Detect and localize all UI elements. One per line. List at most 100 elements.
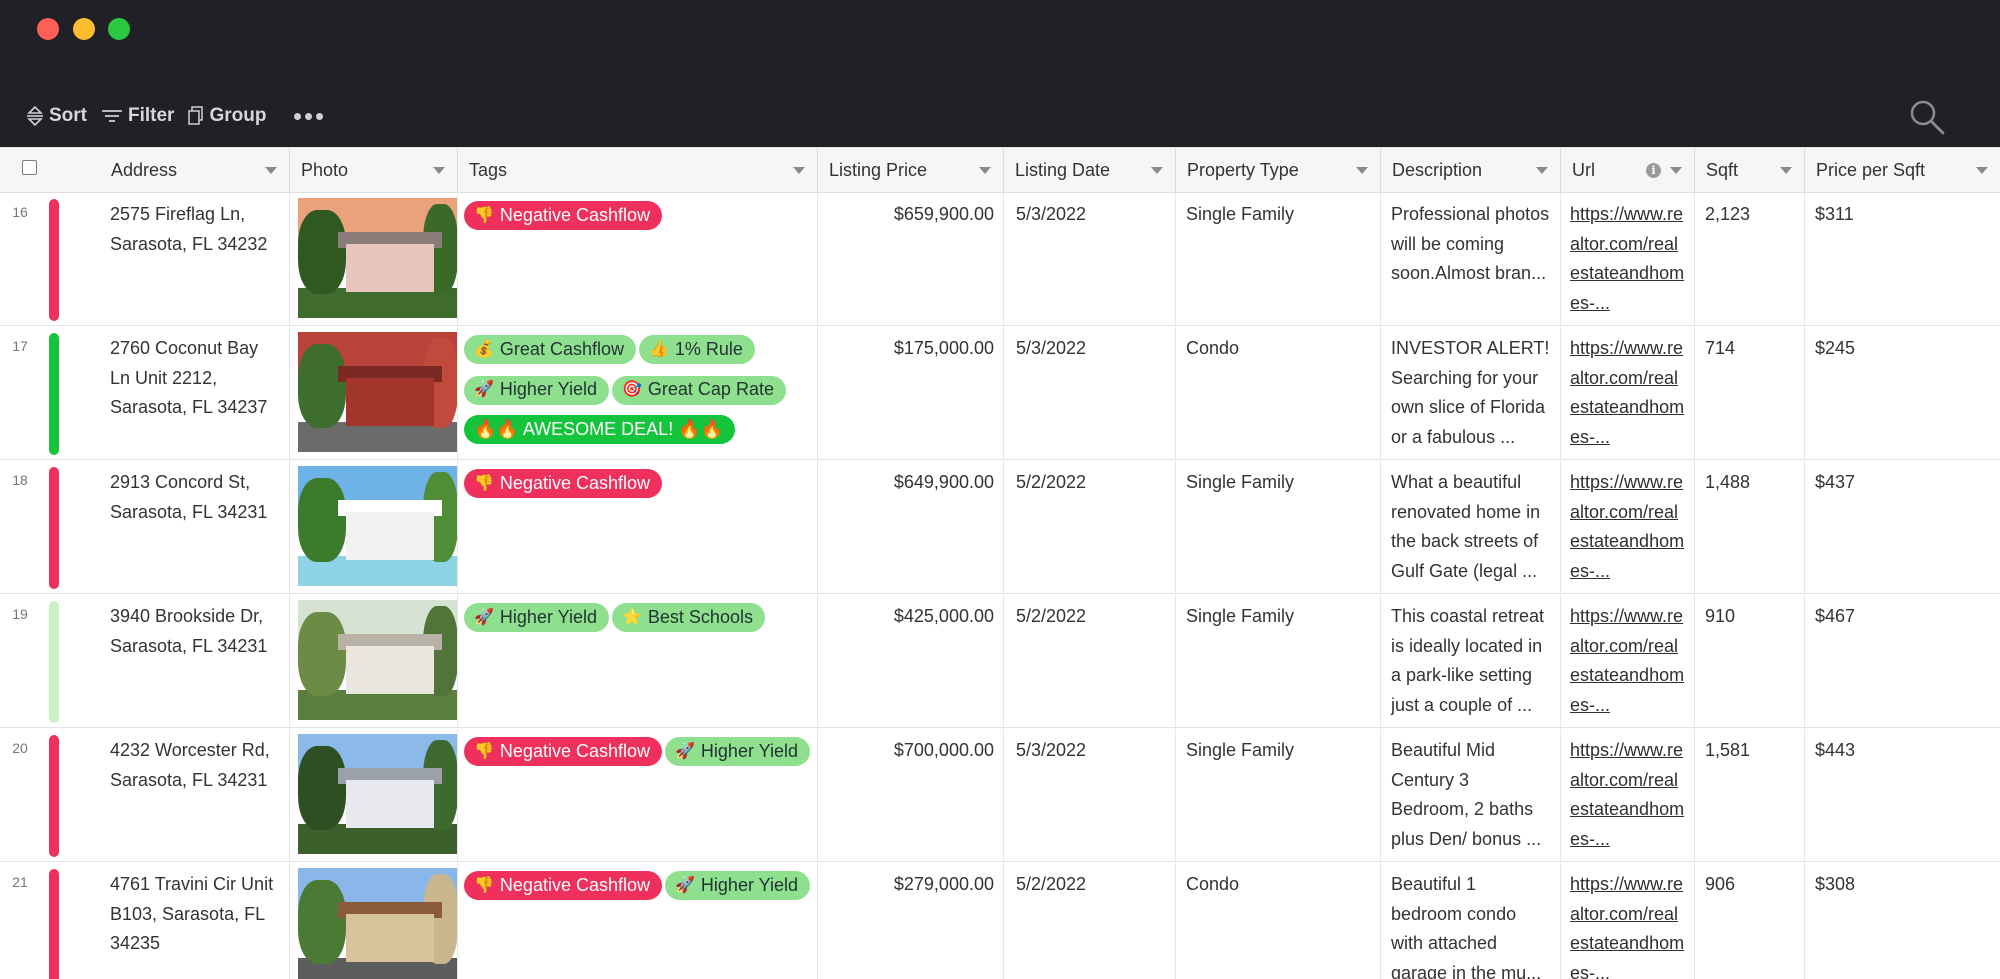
- property-photo[interactable]: [298, 466, 457, 586]
- property-photo[interactable]: [298, 198, 457, 318]
- price-per-sqft-cell[interactable]: $443: [1805, 729, 2000, 862]
- column-header-address[interactable]: Address: [100, 148, 290, 193]
- filter-button[interactable]: Filter: [101, 105, 174, 127]
- listing-date-cell[interactable]: 5/2/2022: [1004, 595, 1176, 728]
- url-cell[interactable]: https://www.realtor.com/realestateandhom…: [1561, 327, 1695, 460]
- address-cell[interactable]: 2913 Concord St, Sarasota, FL 34231: [100, 461, 290, 594]
- address-cell[interactable]: 4232 Worcester Rd, Sarasota, FL 34231: [100, 729, 290, 862]
- table-row[interactable]: 20 4232 Worcester Rd, Sarasota, FL 34231 👎…: [0, 729, 2000, 862]
- listing-url-link[interactable]: https://www.realtor.com/realestateandhom…: [1570, 204, 1684, 313]
- property-type-cell[interactable]: Condo: [1176, 863, 1381, 979]
- tag-chip[interactable]: 🎯 Great Cap Rate: [611, 375, 786, 405]
- description-cell[interactable]: Professional photos will be coming soon.…: [1381, 193, 1561, 326]
- column-header-description[interactable]: Description: [1381, 148, 1561, 193]
- table-row[interactable]: 17 2760 Coconut Bay Ln Unit 2212, Sarasot…: [0, 327, 2000, 460]
- property-type-cell[interactable]: Single Family: [1176, 461, 1381, 594]
- tags-cell[interactable]: 🚀 Higher Yield ⭐ Best Schools: [458, 595, 818, 728]
- listing-price-cell[interactable]: $659,900.00: [818, 193, 1004, 326]
- description-cell[interactable]: Beautiful Mid Century 3 Bedroom, 2 baths…: [1381, 729, 1561, 862]
- sqft-cell[interactable]: 910: [1695, 595, 1805, 728]
- photo-cell[interactable]: [290, 595, 458, 728]
- sqft-cell[interactable]: 906: [1695, 863, 1805, 979]
- property-photo[interactable]: [298, 600, 457, 720]
- price-per-sqft-cell[interactable]: $311: [1805, 193, 2000, 326]
- column-menu-caret-icon[interactable]: [433, 167, 445, 174]
- description-cell[interactable]: Beautiful 1 bedroom condo with attached …: [1381, 863, 1561, 979]
- price-per-sqft-cell[interactable]: $308: [1805, 863, 2000, 979]
- url-cell[interactable]: https://www.realtor.com/realestateandhom…: [1561, 595, 1695, 728]
- minimize-window-button[interactable]: [73, 18, 95, 40]
- listing-price-cell[interactable]: $649,900.00: [818, 461, 1004, 594]
- property-photo[interactable]: [298, 734, 457, 854]
- listing-date-cell[interactable]: 5/2/2022: [1004, 863, 1176, 979]
- column-header-listing-date[interactable]: Listing Date: [1004, 148, 1176, 193]
- maximize-window-button[interactable]: [108, 18, 130, 40]
- more-options-button[interactable]: [294, 112, 324, 120]
- url-cell[interactable]: https://www.realtor.com/realestateandhom…: [1561, 729, 1695, 862]
- select-all-checkbox[interactable]: [22, 160, 37, 175]
- table-row[interactable]: 16 2575 Fireflag Ln, Sarasota, FL 34232 👎 N…: [0, 193, 2000, 326]
- price-per-sqft-cell[interactable]: $467: [1805, 595, 2000, 728]
- column-menu-caret-icon[interactable]: [1670, 167, 1682, 174]
- description-cell[interactable]: This coastal retreat is ideally located …: [1381, 595, 1561, 728]
- address-cell[interactable]: 2760 Coconut Bay Ln Unit 2212, Sarasota,…: [100, 327, 290, 460]
- tags-cell[interactable]: 👎 Negative Cashflow: [458, 193, 818, 326]
- listing-price-cell[interactable]: $700,000.00: [818, 729, 1004, 862]
- tags-cell[interactable]: 👎 Negative Cashflow: [458, 461, 818, 594]
- tag-chip[interactable]: 🚀 Higher Yield: [464, 375, 609, 405]
- property-photo[interactable]: [298, 332, 457, 452]
- column-header-tags[interactable]: Tags: [458, 148, 818, 193]
- sqft-cell[interactable]: 1,581: [1695, 729, 1805, 862]
- close-window-button[interactable]: [37, 18, 59, 40]
- tag-chip[interactable]: 💰 Great Cashflow: [464, 335, 636, 365]
- group-button[interactable]: Group: [188, 105, 266, 127]
- photo-cell[interactable]: [290, 461, 458, 594]
- table-row[interactable]: 19 3940 Brookside Dr, Sarasota, FL 34231 🚀…: [0, 595, 2000, 728]
- price-per-sqft-cell[interactable]: $245: [1805, 327, 2000, 460]
- photo-cell[interactable]: [290, 863, 458, 979]
- tag-chip[interactable]: 👍 1% Rule: [638, 335, 755, 365]
- column-header-price-per-sqft[interactable]: Price per Sqft: [1805, 148, 2000, 193]
- property-type-cell[interactable]: Single Family: [1176, 729, 1381, 862]
- listing-date-cell[interactable]: 5/3/2022: [1004, 729, 1176, 862]
- column-menu-caret-icon[interactable]: [1536, 167, 1548, 174]
- column-header-listing-price[interactable]: Listing Price: [818, 148, 1004, 193]
- photo-cell[interactable]: [290, 327, 458, 460]
- tags-cell[interactable]: 👎 Negative Cashflow 🚀 Higher Yield: [458, 729, 818, 862]
- tag-chip[interactable]: 🚀 Higher Yield: [665, 871, 810, 901]
- listing-url-link[interactable]: https://www.realtor.com/realestateandhom…: [1570, 874, 1684, 979]
- address-cell[interactable]: 2575 Fireflag Ln, Sarasota, FL 34232: [100, 193, 290, 326]
- listing-price-cell[interactable]: $425,000.00: [818, 595, 1004, 728]
- column-menu-caret-icon[interactable]: [793, 167, 805, 174]
- property-photo[interactable]: [298, 868, 457, 979]
- column-menu-caret-icon[interactable]: [1780, 167, 1792, 174]
- column-menu-caret-icon[interactable]: [265, 167, 277, 174]
- listing-date-cell[interactable]: 5/3/2022: [1004, 327, 1176, 460]
- listing-url-link[interactable]: https://www.realtor.com/realestateandhom…: [1570, 606, 1684, 715]
- listing-url-link[interactable]: https://www.realtor.com/realestateandhom…: [1570, 740, 1684, 849]
- listing-date-cell[interactable]: 5/2/2022: [1004, 461, 1176, 594]
- sqft-cell[interactable]: 714: [1695, 327, 1805, 460]
- tag-chip[interactable]: 👎 Negative Cashflow: [464, 871, 662, 901]
- tag-chip[interactable]: 🚀 Higher Yield: [665, 737, 810, 767]
- search-button[interactable]: [1908, 98, 1946, 141]
- price-per-sqft-cell[interactable]: $437: [1805, 461, 2000, 594]
- tag-chip[interactable]: 🚀 Higher Yield: [464, 603, 609, 633]
- table-row[interactable]: 21 4761 Travini Cir Unit B103, Sarasota, …: [0, 863, 2000, 979]
- listing-url-link[interactable]: https://www.realtor.com/realestateandhom…: [1570, 472, 1684, 581]
- description-cell[interactable]: INVESTOR ALERT! Searching for your own s…: [1381, 327, 1561, 460]
- column-menu-caret-icon[interactable]: [1976, 167, 1988, 174]
- sqft-cell[interactable]: 2,123: [1695, 193, 1805, 326]
- listing-date-cell[interactable]: 5/3/2022: [1004, 193, 1176, 326]
- info-icon[interactable]: i: [1646, 163, 1661, 178]
- photo-cell[interactable]: [290, 729, 458, 862]
- column-header-photo[interactable]: Photo: [290, 148, 458, 193]
- listing-url-link[interactable]: https://www.realtor.com/realestateandhom…: [1570, 338, 1684, 447]
- table-row[interactable]: 18 2913 Concord St, Sarasota, FL 34231 👎 Ne…: [0, 461, 2000, 594]
- sqft-cell[interactable]: 1,488: [1695, 461, 1805, 594]
- listing-price-cell[interactable]: $279,000.00: [818, 863, 1004, 979]
- url-cell[interactable]: https://www.realtor.com/realestateandhom…: [1561, 461, 1695, 594]
- tag-chip[interactable]: 🔥🔥 AWESOME DEAL! 🔥🔥: [464, 414, 736, 444]
- tag-chip[interactable]: 👎 Negative Cashflow: [464, 737, 662, 767]
- tag-chip[interactable]: ⭐ Best Schools: [611, 603, 765, 633]
